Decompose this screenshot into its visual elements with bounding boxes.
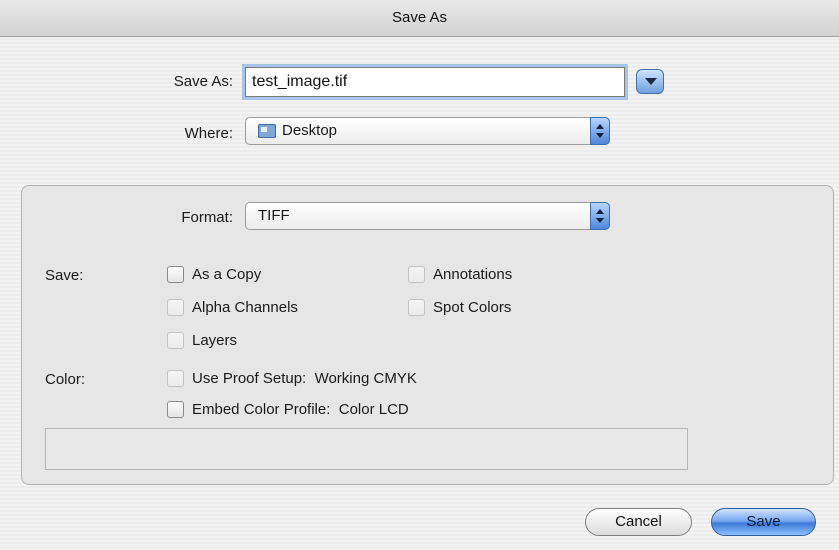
layers-checkbox[interactable] xyxy=(167,332,184,349)
layers-label: Layers xyxy=(192,332,238,349)
spot-colors-label: Spot Colors xyxy=(433,299,512,316)
embed-profile-value: Color LCD xyxy=(338,401,409,418)
use-proof-setup-checkbox[interactable] xyxy=(167,370,184,387)
cancel-button[interactable]: Cancel xyxy=(585,508,692,536)
annotations-label: Annotations xyxy=(433,266,513,283)
as-a-copy-checkbox[interactable] xyxy=(167,266,184,283)
alpha-channels-label: Alpha Channels xyxy=(192,299,298,316)
embed-color-profile-label: Embed Color Profile: Color LCD xyxy=(192,401,409,418)
where-value: Desktop xyxy=(282,122,338,139)
save-as-label: Save As: xyxy=(173,73,233,90)
save-button[interactable]: Save xyxy=(711,508,816,536)
embed-color-profile-checkbox[interactable] xyxy=(167,401,184,418)
save-options-label: Save: xyxy=(45,267,84,284)
spot-colors-checkbox[interactable] xyxy=(408,299,425,316)
popup-arrows-icon xyxy=(590,117,610,145)
use-proof-setup-label: Use Proof Setup: Working CMYK xyxy=(192,370,417,387)
annotations-checkbox[interactable] xyxy=(408,266,425,283)
folder-icon xyxy=(258,124,276,138)
alpha-channels-checkbox[interactable] xyxy=(167,299,184,316)
popup-arrows-icon xyxy=(590,202,610,230)
where-label: Where: xyxy=(184,125,233,142)
color-options-label: Color: xyxy=(45,371,86,388)
expand-browser-button[interactable] xyxy=(636,69,664,94)
where-popup[interactable]: Desktop xyxy=(245,117,610,145)
format-popup[interactable]: TIFF xyxy=(245,202,610,230)
format-value: TIFF xyxy=(258,207,290,224)
proof-profile-value: Working CMYK xyxy=(314,370,417,387)
filename-input[interactable]: test_image.tif xyxy=(245,67,625,97)
format-label: Format: xyxy=(181,209,233,226)
window-title: Save As xyxy=(0,0,839,37)
warning-message-box xyxy=(45,428,688,470)
as-a-copy-label: As a Copy xyxy=(192,266,262,283)
